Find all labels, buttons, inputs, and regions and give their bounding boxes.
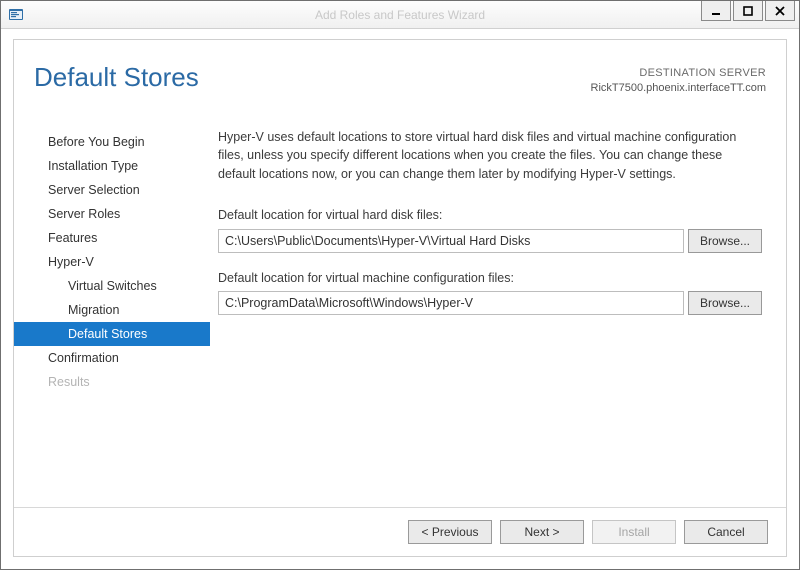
nav-item-label: Hyper-V — [48, 255, 94, 269]
nav-item-default-stores[interactable]: Default Stores — [14, 322, 210, 346]
nav-item-label: Results — [48, 375, 90, 389]
nav-item-installation-type[interactable]: Installation Type — [14, 154, 210, 178]
wizard-footer: < Previous Next > Install Cancel — [14, 507, 786, 556]
inner-frame: Default Stores DESTINATION SERVER RickT7… — [13, 39, 787, 557]
description-text: Hyper-V uses default locations to store … — [218, 128, 762, 184]
nav-item-server-roles[interactable]: Server Roles — [14, 202, 210, 226]
nav-item-label: Before You Begin — [48, 135, 145, 149]
vhd-location-row: Browse... — [218, 229, 762, 253]
vhd-location-input[interactable] — [218, 229, 684, 253]
nav-item-virtual-switches[interactable]: Virtual Switches — [14, 274, 210, 298]
cancel-button[interactable]: Cancel — [684, 520, 768, 544]
vhd-location-label: Default location for virtual hard disk f… — [218, 206, 762, 225]
window-title: Add Roles and Features Wizard — [1, 8, 799, 22]
destination-block: DESTINATION SERVER RickT7500.phoenix.int… — [591, 62, 766, 96]
vm-location-label: Default location for virtual machine con… — [218, 269, 762, 288]
nav-item-label: Installation Type — [48, 159, 138, 173]
nav-item-results: Results — [14, 370, 210, 394]
vm-browse-button[interactable]: Browse... — [688, 291, 762, 315]
body-area: Default Stores DESTINATION SERVER RickT7… — [1, 29, 799, 569]
vhd-browse-button[interactable]: Browse... — [688, 229, 762, 253]
next-button[interactable]: Next > — [500, 520, 584, 544]
nav-item-label: Server Roles — [48, 207, 120, 221]
main-panel: Hyper-V uses default locations to store … — [210, 110, 770, 507]
nav-item-label: Migration — [68, 303, 119, 317]
nav-item-label: Confirmation — [48, 351, 119, 365]
destination-label: DESTINATION SERVER — [591, 66, 766, 81]
nav-item-label: Features — [48, 231, 97, 245]
close-button[interactable] — [765, 1, 795, 21]
destination-server: RickT7500.phoenix.interfaceTT.com — [591, 81, 766, 96]
app-icon — [7, 6, 25, 24]
nav-item-server-selection[interactable]: Server Selection — [14, 178, 210, 202]
nav-item-label: Server Selection — [48, 183, 140, 197]
nav-item-migration[interactable]: Migration — [14, 298, 210, 322]
nav-item-label: Default Stores — [68, 327, 147, 341]
nav-item-before-you-begin[interactable]: Before You Begin — [14, 130, 210, 154]
nav-item-confirmation[interactable]: Confirmation — [14, 346, 210, 370]
minimize-button[interactable] — [701, 1, 731, 21]
vm-location-input[interactable] — [218, 291, 684, 315]
content-area: Before You Begin Installation Type Server … — [14, 102, 786, 507]
nav-item-label: Virtual Switches — [68, 279, 157, 293]
maximize-button[interactable] — [733, 1, 763, 21]
titlebar: Add Roles and Features Wizard — [1, 1, 799, 29]
page-header: Default Stores DESTINATION SERVER RickT7… — [14, 40, 786, 102]
page-title: Default Stores — [34, 62, 199, 93]
install-button: Install — [592, 520, 676, 544]
wizard-window: Add Roles and Features Wizard Default St… — [0, 0, 800, 570]
wizard-sidebar: Before You Begin Installation Type Server … — [14, 110, 210, 507]
nav-item-features[interactable]: Features — [14, 226, 210, 250]
vm-location-row: Browse... — [218, 291, 762, 315]
nav-item-hyper-v[interactable]: Hyper-V — [14, 250, 210, 274]
window-controls — [701, 1, 799, 28]
previous-button[interactable]: < Previous — [408, 520, 492, 544]
